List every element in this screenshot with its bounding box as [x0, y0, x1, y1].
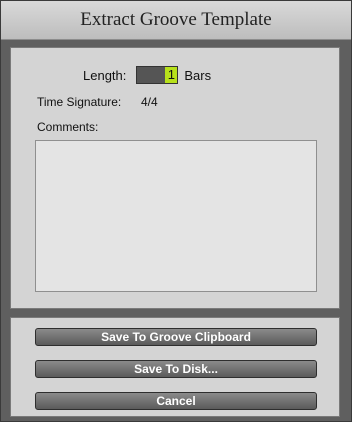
cancel-button[interactable]: Cancel [35, 392, 317, 410]
length-label: Length: [83, 67, 127, 83]
time-signature-row: Time Signature: 4/4 [37, 95, 158, 109]
save-to-disk-button[interactable]: Save To Disk... [35, 360, 317, 378]
time-signature-label: Time Signature: [37, 95, 122, 109]
length-row: Length: 1 Bars [83, 66, 211, 84]
length-value[interactable]: 1 [165, 67, 178, 83]
dialog-title: Extract Groove Template [1, 1, 351, 40]
settings-panel: Length: 1 Bars Time Signature: 4/4 Comme… [10, 47, 340, 309]
extract-groove-dialog: Extract Groove Template Length: 1 Bars T… [0, 0, 352, 422]
length-field[interactable]: 1 [136, 66, 179, 84]
save-to-groove-clipboard-button[interactable]: Save To Groove Clipboard [35, 328, 317, 346]
time-signature-value: 4/4 [141, 95, 158, 109]
length-unit-label: Bars [184, 67, 212, 83]
comments-label: Comments: [37, 120, 99, 134]
comments-field[interactable] [35, 140, 317, 292]
button-panel: Save To Groove Clipboard Save To Disk...… [10, 317, 340, 417]
